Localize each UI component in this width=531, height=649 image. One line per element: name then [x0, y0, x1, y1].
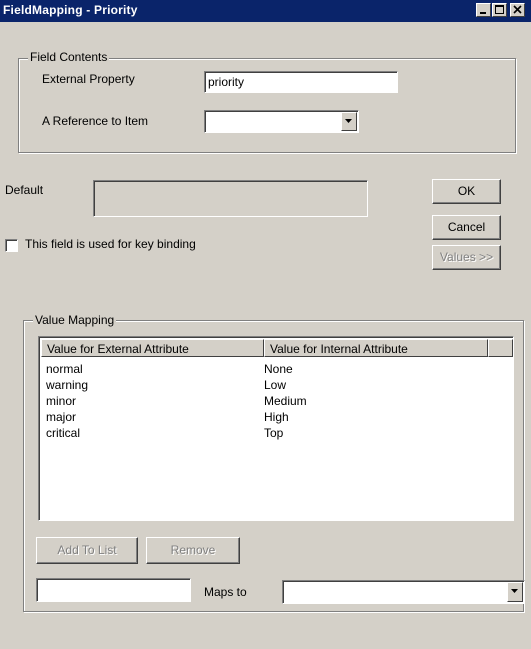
list-item[interactable]: normal None: [41, 362, 511, 376]
close-icon: [513, 5, 522, 14]
ok-button[interactable]: OK: [432, 179, 501, 204]
default-label: Default: [5, 183, 44, 197]
maps-to-dropdown-button[interactable]: [507, 582, 523, 602]
cancel-button-label: Cancel: [447, 220, 486, 234]
new-external-value-input[interactable]: [36, 578, 191, 602]
add-to-list-button[interactable]: Add To List: [36, 537, 138, 564]
external-value-cell: major: [46, 410, 77, 424]
list-item[interactable]: minor Medium: [41, 394, 511, 408]
external-value-cell: critical: [46, 426, 81, 440]
maps-to-select[interactable]: [282, 580, 525, 604]
column-header-internal[interactable]: Value for Internal Attribute: [264, 339, 488, 357]
maximize-icon: [495, 5, 504, 14]
close-button[interactable]: [510, 3, 525, 17]
reference-to-item-label: A Reference to Item: [42, 114, 149, 128]
key-binding-checkbox[interactable]: [5, 239, 18, 252]
external-value-cell: minor: [46, 394, 77, 408]
minimize-icon: [480, 12, 486, 14]
chevron-down-icon: [511, 589, 518, 593]
internal-value-cell: Low: [264, 378, 287, 392]
list-item[interactable]: critical Top: [41, 426, 511, 440]
ok-button-label: OK: [457, 184, 476, 198]
column-header-external[interactable]: Value for External Attribute: [41, 339, 264, 357]
internal-value-cell: None: [264, 362, 293, 376]
internal-value-cell: High: [264, 410, 289, 424]
maps-to-label: Maps to: [204, 585, 247, 599]
minimize-button[interactable]: [476, 3, 491, 17]
remove-button[interactable]: Remove: [146, 537, 240, 564]
list-item[interactable]: major High: [41, 410, 511, 424]
value-mapping-list[interactable]: Value for External Attribute Value for I…: [38, 336, 514, 521]
window-title: FieldMapping - Priority: [3, 3, 138, 17]
column-header-filler: [488, 339, 513, 357]
maximize-button[interactable]: [492, 3, 507, 17]
external-property-label: External Property: [42, 72, 135, 86]
field-contents-legend: Field Contents: [28, 50, 110, 64]
add-to-list-label: Add To List: [57, 543, 117, 557]
key-binding-label: This field is used for key binding: [25, 237, 196, 251]
reference-to-item-select[interactable]: [204, 110, 359, 133]
default-input[interactable]: [93, 180, 368, 217]
internal-value-cell: Medium: [264, 394, 307, 408]
values-button-label: Values >>: [439, 250, 494, 264]
external-property-value: priority: [208, 75, 245, 89]
external-value-cell: warning: [46, 378, 89, 392]
title-bar: FieldMapping - Priority: [0, 0, 531, 22]
internal-value-cell: Top: [264, 426, 284, 440]
value-mapping-legend: Value Mapping: [33, 313, 117, 327]
external-property-input[interactable]: priority: [204, 71, 398, 93]
chevron-down-icon: [345, 119, 352, 123]
reference-dropdown-button[interactable]: [341, 112, 357, 131]
remove-label: Remove: [170, 543, 216, 557]
cancel-button[interactable]: Cancel: [432, 215, 501, 240]
values-button[interactable]: Values >>: [432, 245, 501, 270]
list-item[interactable]: warning Low: [41, 378, 511, 392]
external-value-cell: normal: [46, 362, 83, 376]
